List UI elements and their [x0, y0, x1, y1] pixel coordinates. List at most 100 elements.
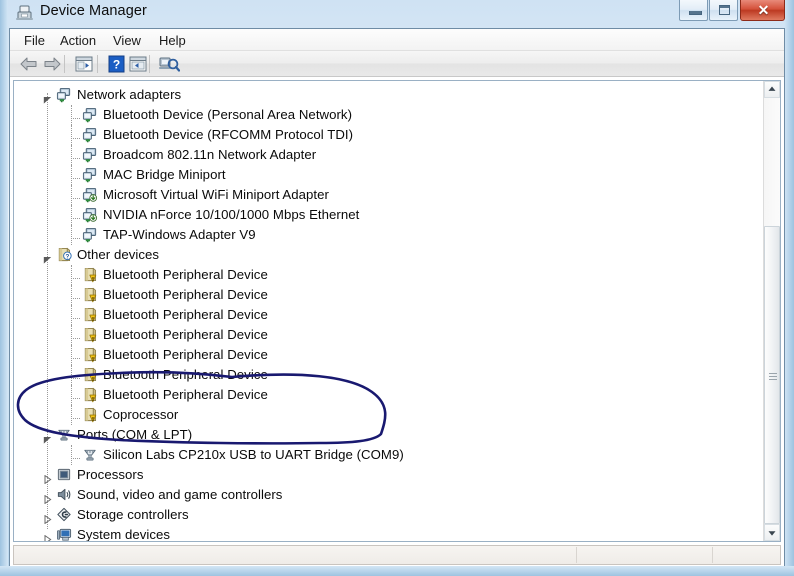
unknown-device-icon — [82, 267, 98, 283]
tree-item[interactable]: Sound, video and game controllers — [14, 485, 765, 505]
expand-triangle-icon[interactable] — [43, 471, 52, 485]
speaker-icon — [56, 487, 72, 503]
maximize-button[interactable] — [709, 0, 738, 21]
minimize-button[interactable] — [679, 0, 708, 21]
tree-item[interactable]: Bluetooth Peripheral Device — [14, 345, 765, 365]
show-hide-console-tree[interactable] — [73, 54, 95, 74]
tree-item-label: Bluetooth Peripheral Device — [103, 267, 268, 282]
tree-indent-guide — [71, 405, 73, 425]
tree-indent-guide — [71, 445, 73, 465]
tree-indent-guide — [71, 278, 80, 280]
menu-action[interactable]: Action — [54, 32, 102, 49]
tree-indent-guide — [71, 298, 80, 300]
forward-button[interactable] — [41, 54, 63, 74]
system-device-icon — [56, 527, 72, 541]
thumb-grip — [769, 373, 777, 374]
properties-button[interactable] — [127, 54, 149, 74]
tree-item[interactable]: System devices — [14, 525, 765, 541]
unknown-device-icon — [82, 367, 98, 383]
tree-indent-guide — [71, 365, 73, 385]
network-adapter-icon — [82, 167, 98, 183]
network-adapter-icon — [82, 127, 98, 143]
console-tree-icon — [73, 56, 95, 78]
tree-indent-guide — [71, 178, 80, 180]
tree-item[interactable]: ? Other devices — [14, 245, 765, 265]
status-pane — [576, 547, 713, 563]
tree-item-label: Ports (COM & LPT) — [77, 427, 193, 442]
collapse-triangle-icon[interactable] — [43, 431, 52, 444]
tree-item[interactable]: Silicon Labs CP210x USB to UART Bridge (… — [14, 445, 765, 465]
scrollbar-thumb[interactable] — [764, 226, 780, 524]
tree-item[interactable]: Broadcom 802.11n Network Adapter — [14, 145, 765, 165]
tree-item[interactable]: Coprocessor — [14, 405, 765, 425]
toolbar: ? — [10, 51, 784, 77]
network-adapter-icon — [82, 207, 98, 223]
collapse-triangle-icon[interactable] — [43, 91, 52, 104]
tree-item[interactable]: Storage controllers — [14, 505, 765, 525]
vertical-scrollbar[interactable] — [763, 81, 780, 541]
thumb-grip — [769, 379, 777, 380]
tree-item[interactable]: Bluetooth Peripheral Device — [14, 325, 765, 345]
tree-indent-guide — [71, 118, 80, 120]
menu-view[interactable]: View — [107, 32, 147, 49]
expand-triangle-icon[interactable] — [43, 511, 52, 525]
expand-triangle-icon[interactable] — [43, 491, 52, 505]
scroll-down-icon — [768, 531, 776, 536]
tree-item-label: Network adapters — [77, 87, 182, 102]
device-manager-icon — [16, 5, 33, 20]
properties-panel-icon — [127, 56, 149, 78]
unknown-device-icon — [82, 407, 98, 423]
scroll-up-icon — [768, 86, 776, 91]
collapse-triangle-icon[interactable] — [43, 251, 52, 264]
tree-item[interactable]: Bluetooth Peripheral Device — [14, 265, 765, 285]
scroll-down-button[interactable] — [764, 524, 780, 541]
tree-item[interactable]: MAC Bridge Miniport — [14, 165, 765, 185]
window-edge-left — [0, 0, 8, 576]
device-tree-pane[interactable]: Network adapters Bluetooth Device (Person… — [13, 80, 781, 542]
tree-item-label: Storage controllers — [77, 507, 189, 522]
forward-arrow-icon — [41, 57, 63, 78]
unknown-device-icon: ? — [56, 247, 72, 263]
network-adapter-icon — [82, 147, 98, 163]
network-adapter-icon — [82, 107, 98, 123]
menu-help[interactable]: Help — [153, 32, 192, 49]
tree-item-label: Processors — [77, 467, 144, 482]
tree-item[interactable]: Bluetooth Device (RFCOMM Protocol TDI) — [14, 125, 765, 145]
tree-item[interactable]: Network adapters — [14, 85, 765, 105]
tree-item[interactable]: Bluetooth Peripheral Device — [14, 365, 765, 385]
tree-item-label: Broadcom 802.11n Network Adapter — [103, 147, 317, 162]
tree-indent-guide — [71, 318, 80, 320]
tree-item[interactable]: Bluetooth Peripheral Device — [14, 385, 765, 405]
back-button[interactable] — [18, 54, 40, 74]
device-manager-window: Device Manager ✕ File Action View Help ? Ne… — [0, 0, 794, 576]
network-adapter-icon — [56, 87, 72, 103]
tree-item[interactable]: Bluetooth Peripheral Device — [14, 285, 765, 305]
tree-item[interactable]: Ports (COM & LPT) — [14, 425, 765, 445]
status-bar — [13, 545, 781, 565]
tree-indent-guide — [71, 105, 73, 125]
svg-text:?: ? — [65, 253, 69, 260]
tree-item[interactable]: Microsoft Virtual WiFi Miniport Adapter — [14, 185, 765, 205]
tree-indent-guide — [71, 285, 73, 305]
tree-indent-guide — [71, 125, 73, 145]
help-button[interactable]: ? — [105, 54, 127, 74]
tree-item[interactable]: Bluetooth Device (Personal Area Network) — [14, 105, 765, 125]
expand-triangle-icon[interactable] — [43, 531, 52, 541]
close-button[interactable]: ✕ — [740, 0, 785, 21]
tree-item-label: Bluetooth Peripheral Device — [103, 307, 268, 322]
menu-file[interactable]: File — [18, 32, 51, 49]
tree-item[interactable]: Processors — [14, 465, 765, 485]
tree-item[interactable]: TAP-Windows Adapter V9 — [14, 225, 765, 245]
serial-port-icon — [82, 447, 98, 463]
scroll-up-button[interactable] — [764, 81, 780, 98]
toolbar-separator — [149, 55, 150, 73]
network-adapter-icon — [82, 227, 98, 243]
tree-item[interactable]: Bluetooth Peripheral Device — [14, 305, 765, 325]
title-bar[interactable]: Device Manager ✕ — [0, 0, 794, 28]
storage-controller-icon — [56, 507, 72, 523]
tree-item[interactable]: NVIDIA nForce 10/100/1000 Mbps Ethernet — [14, 205, 765, 225]
tree-item-label: Silicon Labs CP210x USB to UART Bridge (… — [103, 447, 404, 462]
device-tree[interactable]: Network adapters Bluetooth Device (Person… — [14, 81, 765, 541]
scan-hardware-button[interactable] — [158, 54, 181, 74]
tree-indent-guide — [71, 338, 80, 340]
